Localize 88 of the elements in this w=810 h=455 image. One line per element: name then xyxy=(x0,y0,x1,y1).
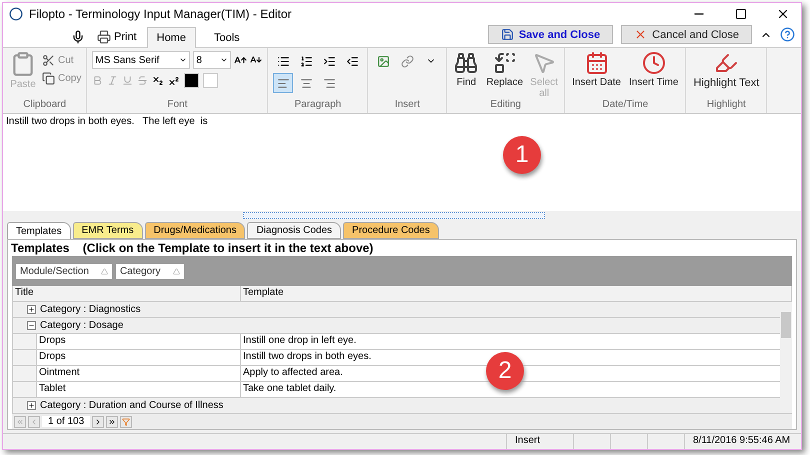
underline-icon[interactable] xyxy=(122,75,134,86)
table-cell: Drops xyxy=(37,334,241,350)
column-header[interactable]: Title xyxy=(13,286,241,302)
scissors-icon xyxy=(42,54,55,67)
group-label: Paragraph xyxy=(294,99,342,112)
bullet-list-icon xyxy=(276,54,290,68)
align-left-icon xyxy=(276,76,290,90)
app-logo-icon xyxy=(9,7,23,21)
image-icon xyxy=(376,54,390,68)
status-mode: Insert xyxy=(506,434,573,449)
first-icon xyxy=(16,418,24,426)
splitter-handle[interactable] xyxy=(243,212,545,220)
save-icon xyxy=(500,28,514,42)
last-icon xyxy=(108,418,116,426)
group-label: Highlight xyxy=(706,99,747,112)
highlight-text-button[interactable]: Highlight Text xyxy=(691,51,762,100)
ribbon-tab[interactable]: Home xyxy=(146,27,196,48)
binoculars-icon xyxy=(454,51,478,76)
filter-icon xyxy=(122,418,130,426)
column-header[interactable]: Template xyxy=(241,286,792,302)
font-size-field[interactable]: 8 xyxy=(193,51,232,70)
editing-button[interactable]: Find xyxy=(452,51,480,100)
lookup-tab[interactable]: EMR Terms xyxy=(72,222,143,240)
last-page-button[interactable] xyxy=(106,416,118,428)
table-cell: Drops xyxy=(37,350,241,366)
printer-icon xyxy=(97,30,111,44)
bold-icon[interactable] xyxy=(92,75,104,86)
cross-icon xyxy=(634,28,648,42)
group-row-label: Category : Diagnostics xyxy=(40,304,141,316)
save-close-button[interactable]: Save and Close xyxy=(488,25,614,44)
editing-button[interactable]: Replace xyxy=(484,51,526,100)
lookup-tab[interactable]: Drugs/Medications xyxy=(144,222,246,240)
group-label: Font xyxy=(166,99,188,112)
group-label: Insert xyxy=(394,99,421,112)
maximize-icon xyxy=(735,8,747,20)
editor-text: Instill two drops in both eyes. The left eye is xyxy=(6,116,208,128)
align-center-icon xyxy=(300,76,313,90)
ribbon-tab[interactable]: Tools xyxy=(204,27,250,48)
superscript-icon[interactable] xyxy=(168,74,180,87)
close-icon xyxy=(776,7,790,21)
numbered-list-icon xyxy=(300,54,313,68)
panel-heading: Templates (Click on the Template to insert it in the text above) xyxy=(10,240,374,256)
expand-icon[interactable] xyxy=(27,305,36,314)
indent-icon xyxy=(322,54,336,68)
lookup-tab[interactable]: Templates xyxy=(7,222,71,240)
window-title: Filopto - Terminology Input Manager(TIM) - Editor xyxy=(29,7,293,21)
group-by-chip[interactable]: Module/Section xyxy=(16,264,112,279)
group-label: Editing xyxy=(489,99,522,112)
clock-icon xyxy=(642,51,666,76)
text-editor[interactable]: Instill two drops in both eyes. The left eye is 1 xyxy=(3,114,801,212)
insert-button[interactable]: Insert Date xyxy=(570,51,623,100)
table-cell: Tablet xyxy=(37,382,241,398)
next-page-button[interactable] xyxy=(92,416,104,428)
link-icon xyxy=(400,54,414,68)
group-label: Clipboard xyxy=(22,99,68,112)
lookup-tab[interactable]: Diagnosis Codes xyxy=(247,222,342,240)
group-row-label: Category : Dosage xyxy=(40,320,124,332)
status-datetime: 8/11/2016 9:55:46 AM xyxy=(684,434,801,449)
page-indicator: 1 of 103 xyxy=(42,416,90,428)
outdent-icon xyxy=(346,54,359,68)
group-label: Date/Time xyxy=(601,99,650,112)
font-family-field[interactable]: MS Sans Serif xyxy=(92,51,190,70)
strikethrough-icon[interactable] xyxy=(137,75,148,86)
copy-icon xyxy=(42,72,55,85)
highlight-color-swatch[interactable] xyxy=(203,73,218,88)
font-color-swatch[interactable] xyxy=(184,73,200,88)
table-cell: Ointment xyxy=(37,366,241,382)
print-button[interactable]: Print xyxy=(95,27,139,48)
microphone-icon xyxy=(71,30,85,44)
cancel-close-button[interactable]: Cancel and Close xyxy=(621,25,752,44)
italic-icon[interactable] xyxy=(107,75,118,86)
group-by-chip[interactable]: Category xyxy=(116,264,184,279)
insert-button[interactable]: Insert Time xyxy=(626,51,680,100)
previous-icon xyxy=(30,418,38,426)
lookup-tab[interactable]: Procedure Codes xyxy=(343,222,439,240)
sort-icon xyxy=(100,268,108,275)
calendar-icon xyxy=(584,51,609,76)
group-row-label: Category : Duration and Course of Illness xyxy=(40,400,224,412)
subscript-icon[interactable] xyxy=(152,74,164,87)
align-button[interactable] xyxy=(273,73,294,94)
collapse-icon[interactable] xyxy=(27,321,36,330)
help-icon[interactable] xyxy=(780,27,795,42)
callout-badge: 1 xyxy=(503,136,541,174)
replace-icon xyxy=(492,51,517,76)
expand-icon[interactable] xyxy=(27,401,36,410)
sort-icon xyxy=(172,268,180,275)
align-right-icon xyxy=(322,76,336,90)
pointer-icon xyxy=(532,51,556,76)
